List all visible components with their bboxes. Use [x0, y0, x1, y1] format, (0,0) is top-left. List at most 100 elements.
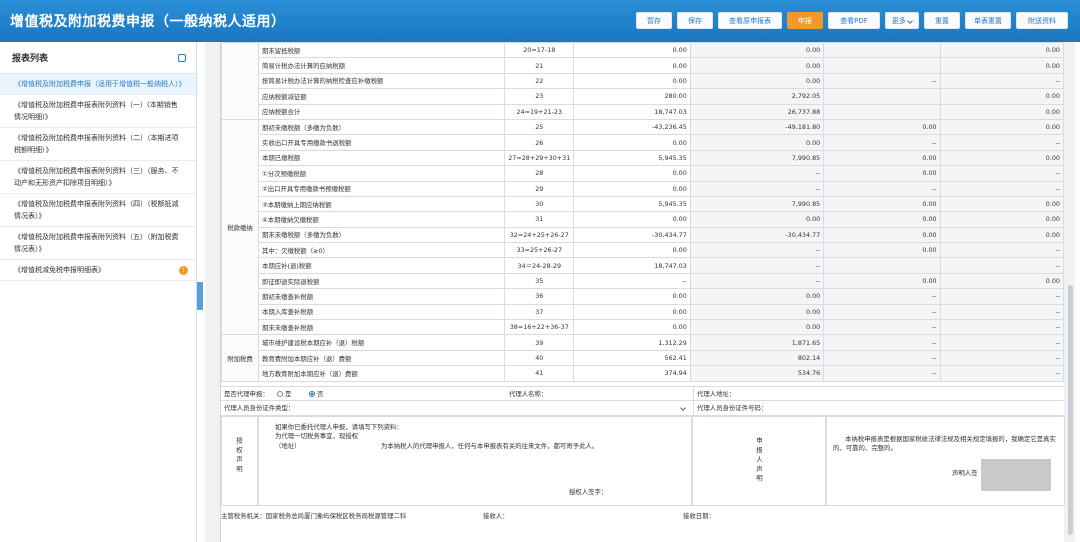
row-value-ytd[interactable]: 7,990.85: [689, 195, 825, 213]
row-value-current[interactable]: 5,945.35: [573, 195, 691, 213]
row-value-ytd[interactable]: 2,792.05: [689, 88, 825, 105]
row-value-refund-ytd[interactable]: --: [939, 257, 1065, 274]
row-value-refund-current[interactable]: 0.00: [823, 118, 941, 136]
row-value-refund-current[interactable]: 0.00: [823, 195, 941, 213]
attach-docs-button[interactable]: 附送资料: [1016, 12, 1068, 29]
view-pdf-button[interactable]: 查看PDF: [828, 12, 880, 29]
row-value-ytd[interactable]: 0.00: [689, 134, 825, 151]
row-value-ytd[interactable]: 0.00: [689, 72, 825, 90]
row-value-refund-current[interactable]: --: [823, 134, 941, 151]
row-value-refund-ytd[interactable]: 0.00: [939, 195, 1065, 213]
sidebar-item-schedule-5[interactable]: 《增值税及附加税费申报表附列资料（五）（附加税费情况表）》: [0, 227, 196, 260]
sidebar-collapse-handle[interactable]: [197, 282, 203, 310]
row-value-refund-current[interactable]: 0.00: [823, 242, 941, 259]
view-original-button[interactable]: 查看原申报表: [718, 12, 782, 29]
save-button[interactable]: 保存: [677, 12, 713, 29]
row-value-refund-ytd[interactable]: 0.00: [939, 149, 1065, 167]
row-value-refund-ytd[interactable]: --: [939, 165, 1065, 182]
row-value-ytd[interactable]: -30,434.77: [689, 226, 825, 244]
row-value-refund-ytd[interactable]: --: [939, 319, 1065, 336]
row-value-ytd[interactable]: 26,737.88: [689, 103, 825, 120]
sidebar-item-schedule-2[interactable]: 《增值税及附加税费申报表附列资料（二）（本期进项税额明细）》: [0, 128, 196, 161]
row-value-current[interactable]: 0.00: [573, 41, 691, 59]
row-value-current[interactable]: 0.00: [573, 72, 691, 90]
row-value-refund-ytd[interactable]: --: [939, 288, 1065, 305]
more-button[interactable]: 更多: [885, 12, 919, 29]
row-value-current[interactable]: 374.94: [573, 365, 691, 382]
row-value-current[interactable]: 1,312.29: [573, 334, 691, 351]
row-value-refund-ytd[interactable]: --: [939, 349, 1065, 367]
row-value-ytd[interactable]: 0.00: [689, 288, 825, 305]
row-value-refund-current[interactable]: 0.00: [823, 272, 941, 290]
row-value-ytd[interactable]: -49,181.80: [689, 118, 825, 136]
agent-no-option[interactable]: 否: [307, 387, 323, 402]
sidebar-item-schedule-3[interactable]: 《增值税及附加税费申报表附列资料（三）（服务、不动产和无形资产扣除项目明细）》: [0, 161, 196, 194]
row-value-ytd[interactable]: --: [689, 257, 825, 274]
row-value-refund-current[interactable]: [823, 88, 941, 105]
row-value-refund-current[interactable]: [823, 57, 941, 74]
sidebar-item-schedule-1[interactable]: 《增值税及附加税费申报表附列资料（一）(本期销售情况明细)》: [0, 95, 196, 128]
row-value-current[interactable]: 5,945.35: [573, 149, 691, 167]
stack-icon[interactable]: [178, 54, 186, 62]
row-value-current[interactable]: 280.00: [573, 88, 691, 105]
row-value-refund-current[interactable]: [823, 41, 941, 59]
row-value-current[interactable]: 0.00: [573, 211, 691, 228]
reset-button[interactable]: 重置: [924, 12, 960, 29]
row-value-refund-ytd[interactable]: 0.00: [939, 272, 1065, 290]
row-value-current[interactable]: -30,434.77: [573, 226, 691, 244]
row-value-refund-ytd[interactable]: --: [939, 242, 1065, 259]
sidebar-item-main-form[interactable]: 《增值税及附加税费申报（适用于增值税一般纳税人）》: [0, 74, 196, 95]
row-value-refund-current[interactable]: [823, 257, 941, 274]
agent-yes-option[interactable]: 是: [275, 387, 291, 402]
radio-no[interactable]: [309, 391, 315, 397]
row-value-refund-ytd[interactable]: 0.00: [939, 41, 1065, 59]
row-value-current[interactable]: 0.00: [573, 242, 691, 259]
row-value-refund-current[interactable]: --: [823, 180, 941, 197]
row-value-refund-ytd[interactable]: 0.00: [939, 88, 1065, 105]
row-value-ytd[interactable]: --: [689, 242, 825, 259]
row-value-current[interactable]: 18,747.03: [573, 257, 691, 274]
save-draft-button[interactable]: 暂存: [636, 12, 672, 29]
sidebar-item-exemption[interactable]: 《增值税减免税申报明细表》 !: [0, 260, 196, 281]
row-value-current[interactable]: 0.00: [573, 288, 691, 305]
row-value-refund-current[interactable]: 0.00: [823, 211, 941, 228]
row-value-refund-ytd[interactable]: 0.00: [939, 103, 1065, 120]
row-value-ytd[interactable]: --: [689, 180, 825, 197]
row-value-current[interactable]: 0.00: [573, 57, 691, 74]
vertical-scrollbar[interactable]: [1068, 285, 1073, 535]
row-value-ytd[interactable]: 0.00: [689, 211, 825, 228]
row-value-refund-current[interactable]: --: [823, 319, 941, 336]
row-value-current[interactable]: 562.41: [573, 349, 691, 367]
row-value-ytd[interactable]: 0.00: [689, 57, 825, 74]
row-value-ytd[interactable]: 0.00: [689, 303, 825, 321]
row-value-refund-ytd[interactable]: 0.00: [939, 118, 1065, 136]
row-value-refund-ytd[interactable]: --: [939, 134, 1065, 151]
single-reset-button[interactable]: 单表重置: [965, 12, 1011, 29]
row-value-refund-current[interactable]: 0.00: [823, 165, 941, 182]
row-value-refund-current[interactable]: 0.00: [823, 149, 941, 167]
row-value-ytd[interactable]: 534.76: [689, 365, 825, 382]
row-value-current[interactable]: 0.00: [573, 319, 691, 336]
row-value-current[interactable]: 0.00: [573, 165, 691, 182]
row-value-refund-current[interactable]: --: [823, 288, 941, 305]
row-value-refund-ytd[interactable]: --: [939, 303, 1065, 321]
row-value-current[interactable]: -43,236.45: [573, 118, 691, 136]
row-value-refund-current[interactable]: --: [823, 349, 941, 367]
row-value-refund-current[interactable]: --: [823, 303, 941, 321]
row-value-ytd[interactable]: --: [689, 165, 825, 182]
row-value-refund-ytd[interactable]: --: [939, 334, 1065, 351]
row-value-current[interactable]: 0.00: [573, 180, 691, 197]
row-value-refund-current[interactable]: --: [823, 334, 941, 351]
row-value-ytd[interactable]: 7,990.85: [689, 149, 825, 167]
row-value-current[interactable]: 0.00: [573, 303, 691, 321]
row-value-refund-ytd[interactable]: 0.00: [939, 211, 1065, 228]
row-value-refund-ytd[interactable]: --: [939, 72, 1065, 90]
row-value-refund-current[interactable]: --: [823, 365, 941, 382]
row-value-ytd[interactable]: 0.00: [689, 41, 825, 59]
row-value-refund-current[interactable]: [823, 103, 941, 120]
row-value-refund-ytd[interactable]: 0.00: [939, 57, 1065, 74]
row-value-ytd[interactable]: 0.00: [689, 319, 825, 336]
declare-button[interactable]: 申报: [787, 12, 823, 29]
chevron-down-icon[interactable]: [680, 405, 686, 411]
row-value-current[interactable]: 0.00: [573, 134, 691, 151]
